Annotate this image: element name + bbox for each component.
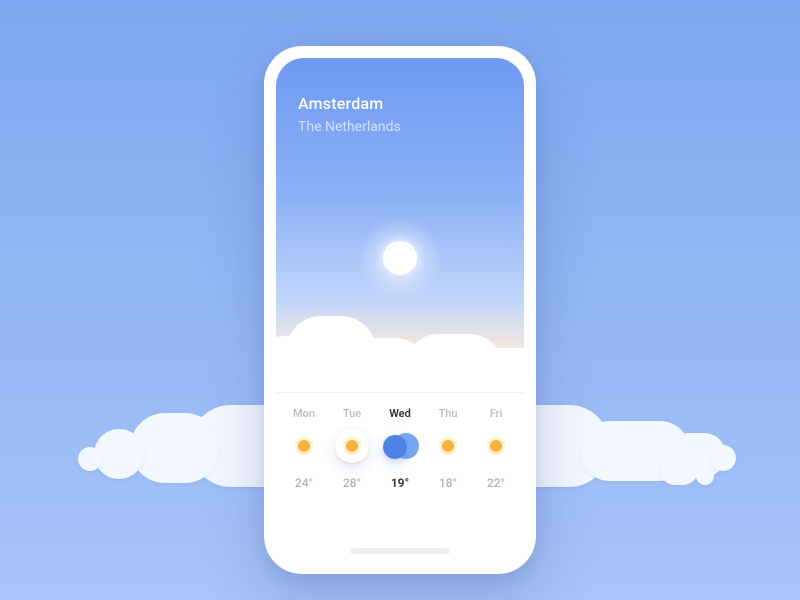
day-label: Fri: [490, 407, 503, 420]
home-indicator: [350, 548, 449, 554]
day-temp: 24°: [295, 476, 313, 490]
day-label: Mon: [293, 407, 315, 420]
phone-frame: Amsterdam The Netherlands Mon 24° Tue: [264, 46, 536, 574]
day-label: Thu: [439, 407, 458, 420]
forecast-day-wed[interactable]: Wed 19°: [376, 407, 424, 538]
sunny-icon: [337, 431, 367, 461]
location-block[interactable]: Amsterdam The Netherlands: [298, 94, 502, 135]
location-country: The Netherlands: [298, 119, 502, 135]
cloudy-icon: [385, 431, 415, 461]
forecast-day-mon[interactable]: Mon 24°: [280, 407, 328, 538]
forecast-panel: Mon 24° Tue 28° Wed: [276, 392, 524, 562]
sunny-icon: [433, 431, 463, 461]
forecast-day-thu[interactable]: Thu 18°: [424, 407, 472, 538]
day-temp: 18°: [439, 476, 457, 490]
sunny-icon: [289, 431, 319, 461]
day-temp: 19°: [391, 476, 409, 490]
forecast-days: Mon 24° Tue 28° Wed: [276, 393, 524, 548]
forecast-day-tue[interactable]: Tue 28°: [328, 407, 376, 538]
sunny-icon: [481, 431, 511, 461]
day-label: Tue: [343, 407, 361, 420]
day-temp: 28°: [343, 476, 361, 490]
day-temp: 22°: [487, 476, 505, 490]
day-label: Wed: [389, 407, 411, 420]
app-screen: Amsterdam The Netherlands Mon 24° Tue: [276, 58, 524, 562]
forecast-day-fri[interactable]: Fri 22°: [472, 407, 520, 538]
location-city: Amsterdam: [298, 94, 502, 113]
